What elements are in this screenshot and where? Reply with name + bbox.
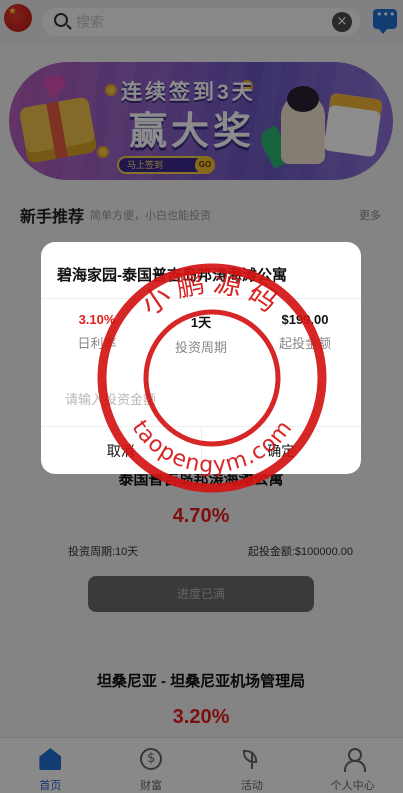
- stat-period: 1天 投资周期: [151, 312, 251, 356]
- dialog-footer: 取消 确定: [41, 426, 361, 474]
- stat-daily-rate: 3.10% 日利率: [47, 312, 147, 352]
- dialog-title: 碧海家园-泰国普吉岛邦涛海滩公寓: [57, 267, 287, 284]
- stat-label: 日利率: [77, 336, 117, 351]
- stat-label: 投资周期: [174, 340, 227, 355]
- stat-value: $199.00: [281, 312, 329, 327]
- divider: [41, 298, 361, 299]
- stat-label: 起投金额: [278, 336, 331, 351]
- confirm-button[interactable]: 确定: [200, 427, 362, 474]
- stat-min-amount: $199.00 起投金额: [255, 312, 355, 352]
- cancel-button[interactable]: 取消: [41, 427, 201, 474]
- stat-value: 1天: [190, 315, 212, 330]
- invest-dialog: 碧海家园-泰国普吉岛邦涛海滩公寓 3.10% 日利率 1天 投资周期 $199.…: [41, 242, 361, 474]
- stat-value: 3.10%: [78, 312, 116, 327]
- invest-amount-input[interactable]: [65, 388, 337, 410]
